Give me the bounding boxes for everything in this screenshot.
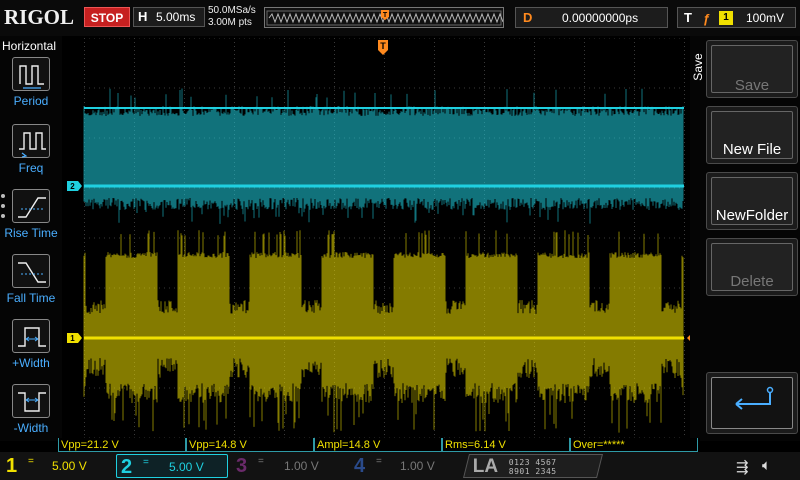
menu-item-rise-time[interactable]: Rise Time [0,189,62,251]
trigger-source-badge: 1 [719,11,733,25]
channel-4-scale: 1.00 V [400,459,435,473]
menu-title: Horizontal [2,39,57,53]
run-stop-status[interactable]: STOP [84,7,130,27]
new-file-softkey[interactable]: New File [706,106,798,164]
period-icon [12,57,50,91]
positive-width-icon [12,319,50,353]
delay-letter: D [523,10,533,25]
rise-time-icon [12,189,50,223]
channel-1-scale: 5.00 V [52,459,87,473]
delete-softkey[interactable]: Delete [706,238,798,296]
memory-overview-waveform: T [266,10,503,26]
waveform-canvas: T 2 1 T [67,38,700,438]
dc-coupling-icon: = [143,457,149,468]
graticule [84,38,685,438]
save-menu: Save Save New File NewFolder Delete [690,36,800,441]
la-channel-grid: 0123 4567 8901 2345 [508,458,557,476]
trigger-level: 100mV [746,11,785,25]
logic-analyzer-status[interactable]: LA 0123 4567 8901 2345 [463,454,603,478]
new-file-label: New File [722,141,782,158]
dc-coupling-icon: = [258,456,264,467]
menu-item-positive-width[interactable]: +Width [0,319,62,381]
sample-rate: 50.0MSa/s [208,5,256,16]
speaker-mute-icon[interactable]: 🔈︎ [762,457,771,474]
measurement-vpp[interactable]: Vpp=14.8 V [186,438,314,452]
channel-1-number: 1 [6,455,18,477]
new-folder-softkey[interactable]: NewFolder [706,172,798,230]
return-softkey[interactable] [706,372,798,434]
horizontal-measure-menu: Horizontal Period Freq Rise Time Fall Ti… [0,36,62,441]
channel-4-status[interactable]: 4 = 1.00 V [354,454,466,478]
timebase-scale: 5.00ms [156,10,196,24]
dc-coupling-icon: = [376,456,382,467]
measurement-overshoot[interactable]: Over=***** [570,438,698,452]
fall-time-icon [12,254,50,288]
la-label: LA [472,456,499,477]
menu-item-fall-time[interactable]: Fall Time [0,254,62,316]
menu-item-period[interactable]: Period [0,57,62,119]
svg-text:T: T [383,12,388,19]
trigger-display[interactable]: T ƒ 1 100mV [677,7,796,28]
svg-text:2: 2 [70,182,75,191]
channel-2-scale: 5.00 V [169,460,204,474]
usb-icon: ⇶ [736,459,749,476]
save-softkey[interactable]: Save [706,40,798,98]
return-arrow-icon [735,386,774,410]
new-folder-label: NewFolder [715,207,789,224]
rising-edge-icon: ƒ [703,11,711,26]
channel-2-waveform [83,88,684,224]
memory-depth: 3.00M pts [208,17,252,28]
menu-item-negative-width[interactable]: -Width [0,384,62,446]
menu-item-freq[interactable]: Freq [0,124,62,186]
top-status-bar: RIGOL STOP H 5.00ms 50.0MSa/s 3.00M pts … [0,0,800,36]
negative-width-icon [12,384,50,418]
channel-1-status[interactable]: 1 = 5.00 V [6,454,110,478]
channel-3-status[interactable]: 3 = 1.00 V [236,454,348,478]
channel-4-number: 4 [354,455,366,477]
timebase-letter: H [138,9,148,24]
timebase-display[interactable]: H 5.00ms [133,7,205,27]
waveform-display-area[interactable]: T 2 1 T [64,38,702,438]
acquisition-info: 50.0MSa/s 3.00M pts [208,5,256,29]
save-label: Save [734,77,770,94]
channel-2-status[interactable]: 2 = 5.00 V [116,454,228,478]
delay-value: 0.00000000ps [562,11,639,25]
svg-text:T: T [380,41,386,51]
save-menu-title: Save [691,53,705,81]
rigol-logo: RIGOL [4,5,75,29]
delete-label: Delete [730,273,774,290]
measurement-amplitude[interactable]: Ampl=14.8 V [314,438,442,452]
memory-position-bar[interactable]: T [264,7,504,28]
measurement-results-bar: Vpp=21.2 V Vpp=14.8 V Ampl=14.8 V Rms=6.… [58,438,700,452]
svg-text:1: 1 [70,334,75,343]
channel-1-offset-marker[interactable]: 1 [67,333,82,343]
channel-status-bar: 1 = 5.00 V 2 = 5.00 V 3 = 1.00 V 4 = 1.0… [0,452,800,480]
trigger-letter: T [684,10,692,25]
channel-2-offset-marker[interactable]: 2 [67,181,82,191]
dc-coupling-icon: = [28,456,34,467]
menu-title-tab: Save [690,40,706,96]
channel-3-number: 3 [236,455,248,477]
trigger-position-marker[interactable]: T [378,40,388,55]
measurement-ch1-vpp[interactable]: Vpp=21.2 V [58,438,186,452]
measurement-rms[interactable]: Rms=6.14 V [442,438,570,452]
channel-2-number: 2 [121,456,133,478]
frequency-icon [12,124,50,158]
channel-3-scale: 1.00 V [284,459,319,473]
horizontal-delay-display[interactable]: D 0.00000000ps [515,7,668,28]
